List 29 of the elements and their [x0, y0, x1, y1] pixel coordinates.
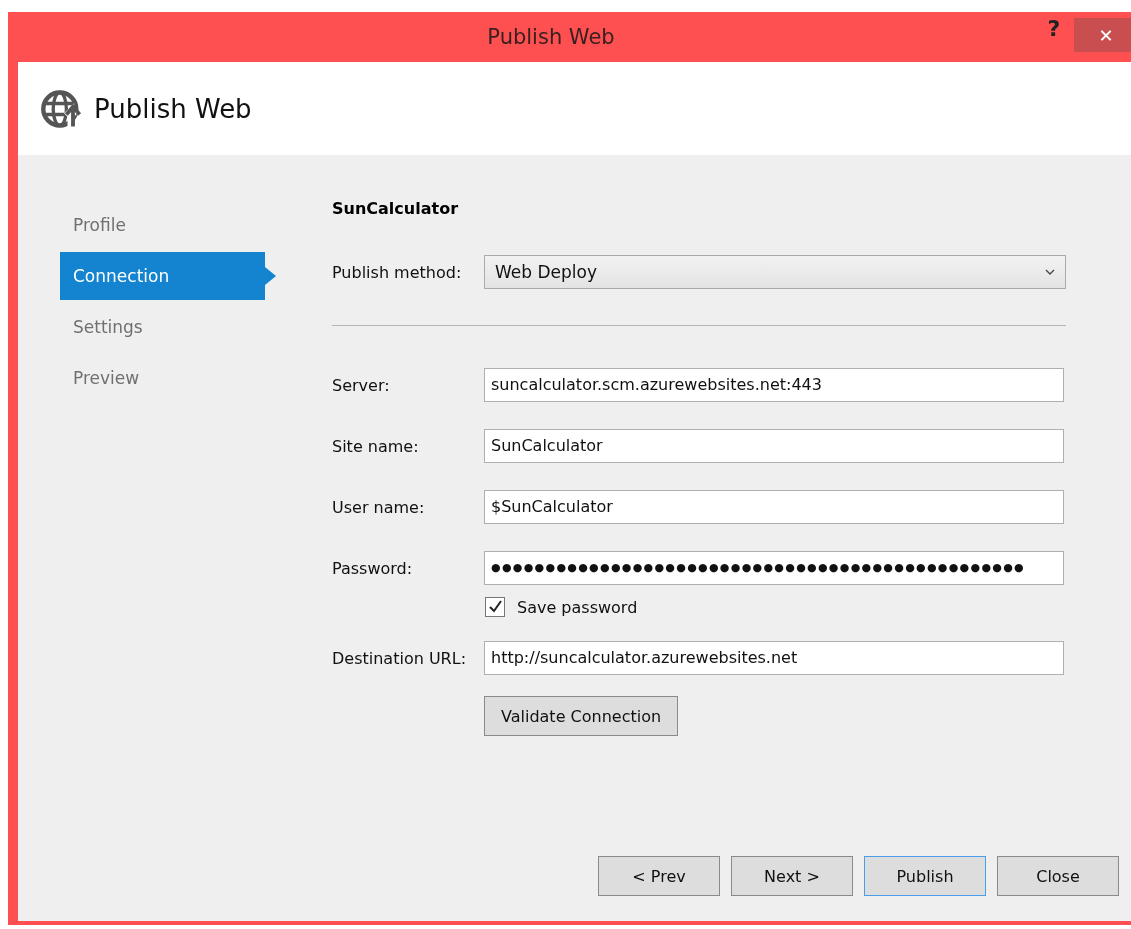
chevron-down-icon	[1045, 269, 1055, 275]
field-label: Destination URL:	[332, 648, 468, 668]
window-title: Publish Web	[486, 25, 616, 49]
checkbox[interactable]	[485, 597, 505, 617]
checkbox-label: Save password	[517, 597, 638, 617]
field-label: Site name:	[332, 436, 420, 456]
dialog-button[interactable]: Next >	[731, 856, 853, 896]
dialog-button[interactable]: Publish	[864, 856, 986, 896]
field-label: Publish method:	[332, 262, 463, 282]
input-field[interactable]: suncalculator.scm.azurewebsites.net:443	[484, 368, 1064, 402]
input-field[interactable]: SunCalculator	[484, 429, 1064, 463]
validate-button[interactable]: Validate Connection	[484, 696, 679, 736]
sidebar-item[interactable]: Preview	[60, 354, 276, 402]
sidebar-item[interactable]: Settings	[60, 303, 276, 351]
sidebar-item[interactable]: Connection	[60, 252, 276, 300]
password-field[interactable]: ●●●●●●●●●●●●●●●●●●●●●●●●●●●●●●●●●●●●●●●●●●●●●●●●●	[484, 551, 1064, 585]
close-button[interactable]: ✕	[1074, 18, 1131, 52]
dialog-button[interactable]: < Prev	[598, 856, 720, 896]
field-label: Server:	[332, 375, 391, 395]
help-button[interactable]: ?	[1034, 15, 1074, 41]
profile-name: SunCalculator	[332, 199, 459, 220]
publish-method-dropdown[interactable]: Web Deploy	[484, 255, 1066, 289]
field-label: User name:	[332, 497, 426, 517]
input-field[interactable]: $SunCalculator	[484, 490, 1064, 524]
field-label: Password:	[332, 558, 414, 578]
input-field[interactable]: http://suncalculator.azurewebsites.net	[484, 641, 1064, 675]
sidebar-item[interactable]: Profile	[60, 201, 276, 249]
page-heading: Publish Web	[94, 93, 252, 124]
dialog-button[interactable]: Close	[997, 856, 1119, 896]
